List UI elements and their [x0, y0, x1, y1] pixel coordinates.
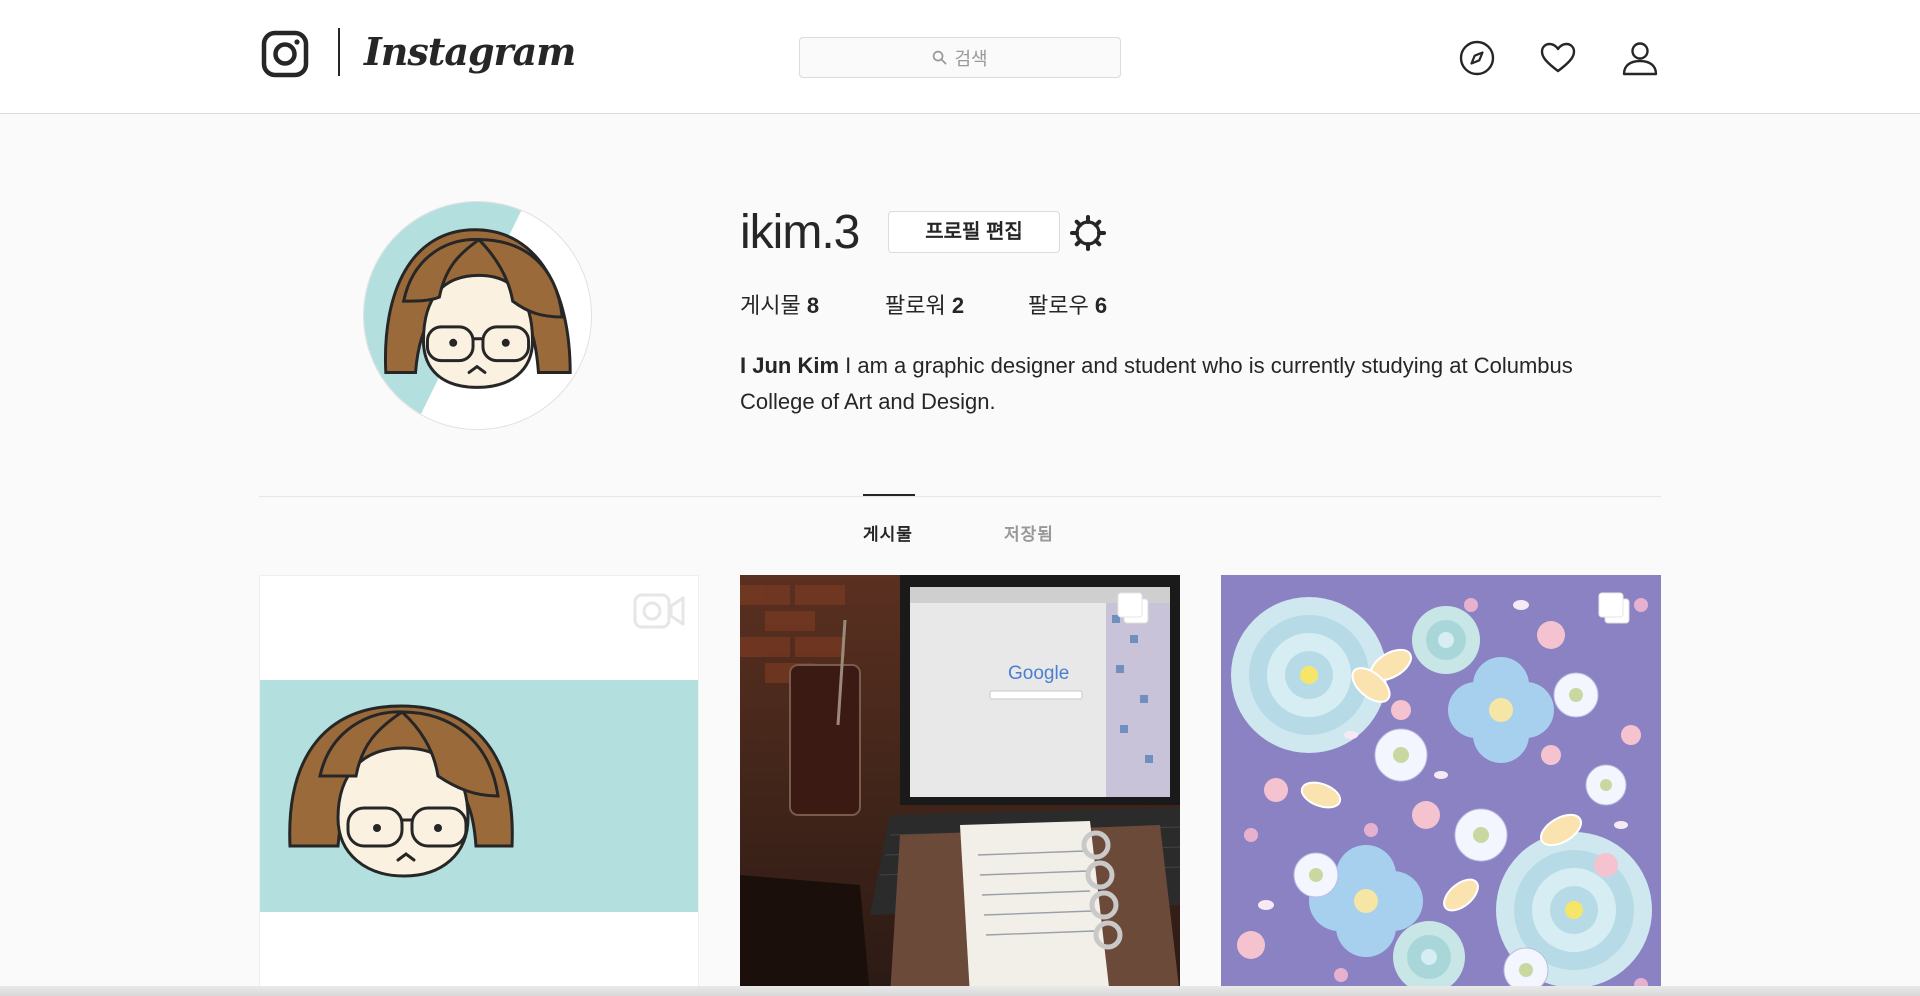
stat-posts-label: 게시물: [740, 293, 801, 318]
stat-followers-label: 팔로워: [885, 293, 946, 318]
window-bottom-edge: [0, 986, 1920, 996]
profile-full-name: I Jun Kim: [740, 353, 840, 378]
stat-following-label: 팔로우: [1028, 293, 1089, 318]
compass-icon[interactable]: [1457, 38, 1497, 78]
instagram-camera-icon[interactable]: [261, 30, 309, 78]
multiple-images-icon: [1116, 591, 1150, 625]
stat-followers[interactable]: 팔로워 2: [885, 288, 964, 324]
stat-posts[interactable]: 게시물 8: [740, 288, 819, 324]
post-image-portrait: [260, 576, 698, 995]
tab-posts[interactable]: 게시물: [863, 523, 913, 547]
tab-saved[interactable]: 저장됨: [1004, 523, 1054, 547]
video-camera-icon: [633, 593, 685, 629]
tabs-divider: [259, 496, 1661, 497]
instagram-wordmark[interactable]: Instagram: [364, 22, 576, 82]
stat-followers-count: 2: [951, 293, 965, 318]
top-navigation-bar: Instagram 검색: [0, 0, 1920, 114]
post-image-flowers: [1221, 575, 1661, 996]
post-tile-1[interactable]: [259, 575, 699, 996]
profile-bio: I Jun Kim I am a graphic designer and st…: [740, 348, 1620, 420]
stat-posts-count: 8: [806, 293, 820, 318]
stat-following-count: 6: [1094, 293, 1108, 318]
search-placeholder: 검색: [954, 48, 988, 69]
edit-profile-button[interactable]: 프로필 편집: [888, 211, 1060, 253]
user-icon[interactable]: [1620, 38, 1660, 78]
profile-avatar[interactable]: [363, 201, 592, 430]
post-tile-3[interactable]: [1221, 575, 1661, 996]
profile-bio-text: I am a graphic designer and student who …: [740, 353, 1573, 414]
search-input[interactable]: 검색: [799, 37, 1121, 78]
logo-divider: [338, 28, 340, 76]
profile-username: ikim.3: [740, 206, 860, 259]
stat-following[interactable]: 팔로우 6: [1028, 288, 1107, 324]
gear-icon[interactable]: [1070, 215, 1106, 251]
post-image-laptop: Google: [740, 575, 1180, 996]
search-icon: [933, 50, 947, 65]
post-tile-2[interactable]: Google: [740, 575, 1180, 996]
heart-icon[interactable]: [1538, 38, 1578, 78]
laptop-screen-text: Google: [1008, 663, 1069, 684]
active-tab-indicator: [863, 494, 915, 496]
multiple-images-icon: [1597, 591, 1631, 625]
